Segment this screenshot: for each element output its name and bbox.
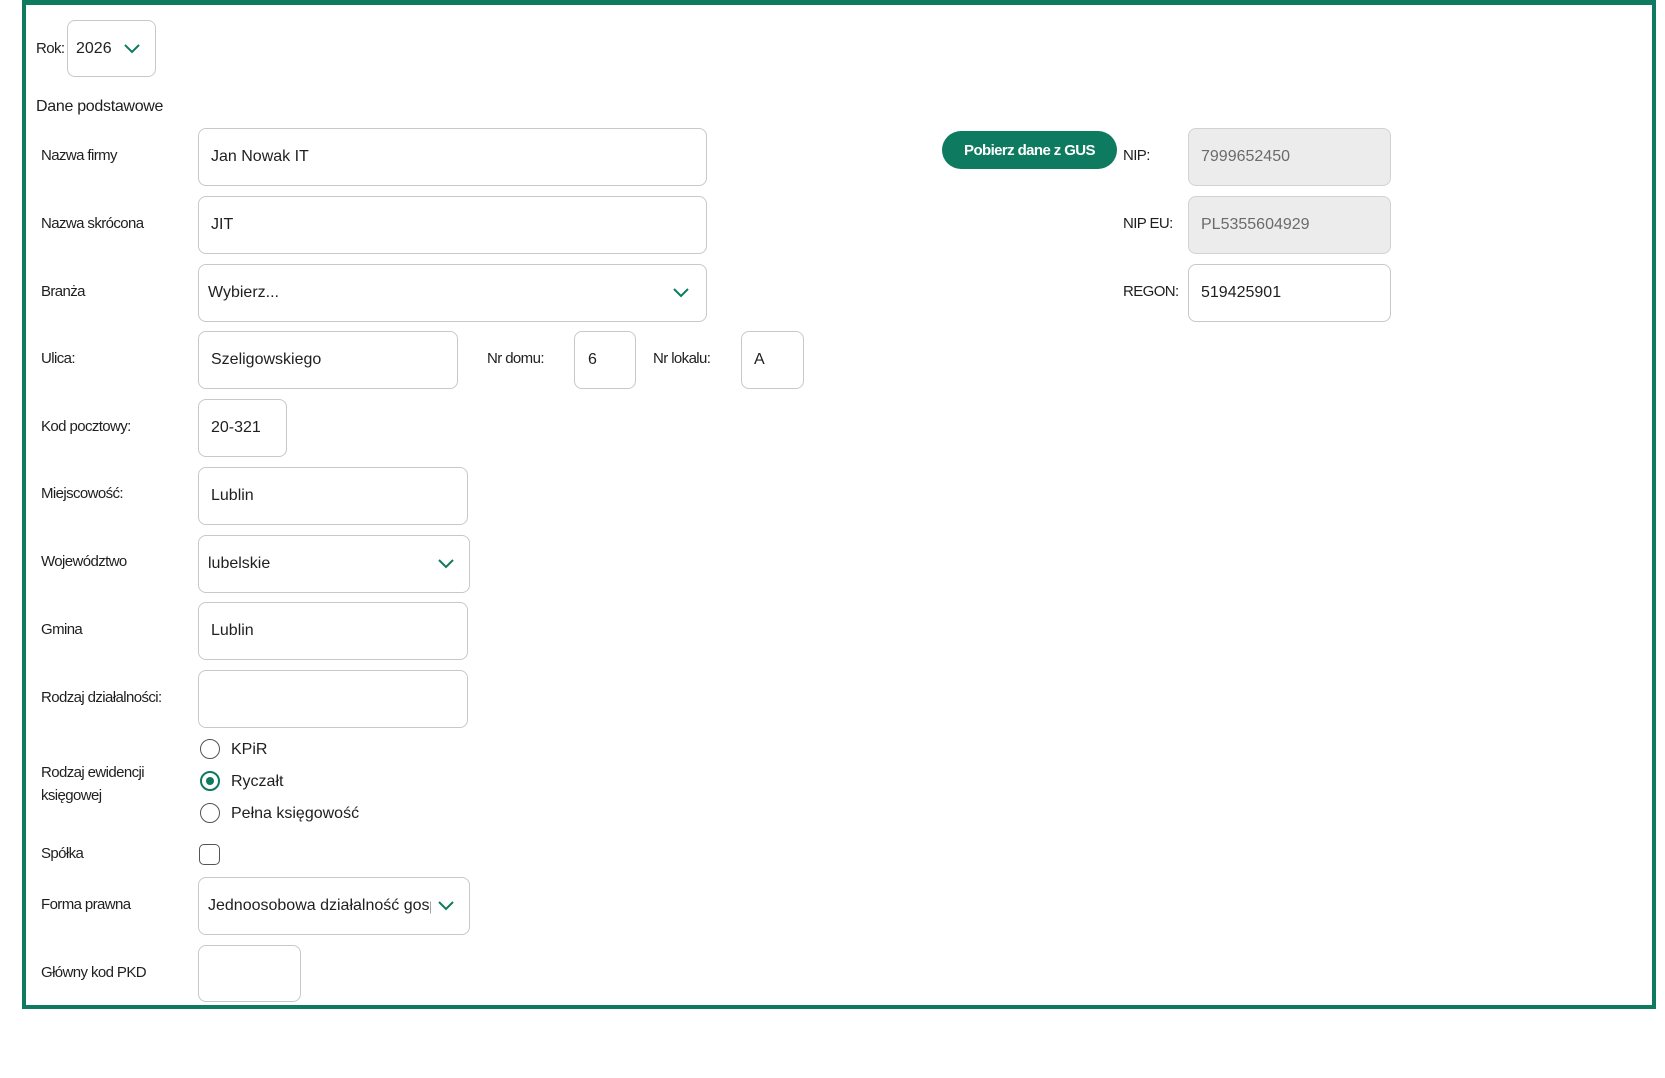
nip-eu-label: NIP EU: xyxy=(1123,215,1173,232)
legal-form-label: Forma prawna xyxy=(41,896,131,913)
radio-ryczalt-label: Ryczałt xyxy=(231,773,284,790)
house-no-label: Nr domu: xyxy=(487,350,544,367)
accounting-label: Rodzaj ewidencji księgowej xyxy=(41,764,145,804)
chevron-down-icon xyxy=(123,43,141,55)
postal-code-input[interactable]: 20-321 xyxy=(198,399,287,457)
commune-label: Gmina xyxy=(41,621,83,638)
voivodeship-label: Województwo xyxy=(41,553,127,570)
house-no-input[interactable]: 6 xyxy=(574,331,636,389)
chevron-down-icon xyxy=(437,558,455,570)
street-label: Ulica: xyxy=(41,350,76,367)
company-name-input[interactable]: Jan Nowak IT xyxy=(198,128,707,186)
pkd-input[interactable] xyxy=(198,945,301,1002)
partnership-checkbox[interactable] xyxy=(199,844,220,865)
section-title: Dane podstawowe xyxy=(36,98,164,115)
company-name-label: Nazwa firmy xyxy=(41,147,118,164)
industry-label: Branża xyxy=(41,283,86,300)
fetch-gus-button[interactable]: Pobierz dane z GUS xyxy=(942,131,1117,169)
regon-input[interactable]: 519425901 xyxy=(1188,264,1391,322)
chevron-down-icon xyxy=(437,900,455,912)
city-label: Miejscowość: xyxy=(41,485,124,502)
activity-type-label: Rodzaj działalności: xyxy=(41,689,162,706)
apartment-no-label: Nr lokalu: xyxy=(653,350,711,367)
radio-kpir[interactable] xyxy=(200,739,220,759)
city-input[interactable]: Lublin xyxy=(198,467,468,525)
voivodeship-value: lubelskie xyxy=(208,555,271,572)
industry-value: Wybierz... xyxy=(208,284,279,301)
postal-code-label: Kod pocztowy: xyxy=(41,418,131,435)
legal-form-select[interactable]: Jednoosobowa działalność gospodarcza xyxy=(198,877,470,935)
year-label: Rok: xyxy=(36,40,65,57)
street-input[interactable]: Szeligowskiego xyxy=(198,331,458,389)
short-name-label: Nazwa skrócona xyxy=(41,215,144,232)
chevron-down-icon xyxy=(672,287,690,299)
industry-select[interactable]: Wybierz... xyxy=(198,264,707,322)
radio-pelna-ksiegowosc-label: Pełna księgowość xyxy=(231,805,360,822)
pkd-label: Główny kod PKD xyxy=(41,964,147,981)
nip-eu-input[interactable]: PL5355604929 xyxy=(1188,196,1391,254)
legal-form-value: Jednoosobowa działalność gospodarcza xyxy=(208,897,431,914)
year-select[interactable]: 2026 xyxy=(67,20,156,77)
activity-type-input[interactable] xyxy=(198,670,468,728)
radio-ryczalt[interactable] xyxy=(200,771,220,791)
apartment-no-input[interactable]: A xyxy=(741,331,804,389)
partnership-label: Spółka xyxy=(41,845,84,862)
regon-label: REGON: xyxy=(1123,283,1179,300)
nip-label: NIP: xyxy=(1123,147,1150,164)
radio-kpir-label: KPiR xyxy=(231,741,268,758)
year-value: 2026 xyxy=(76,39,112,57)
nip-input[interactable]: 7999652450 xyxy=(1188,128,1391,186)
radio-pelna-ksiegowosc[interactable] xyxy=(200,803,220,823)
voivodeship-select[interactable]: lubelskie xyxy=(198,535,470,593)
commune-input[interactable]: Lublin xyxy=(198,602,468,660)
short-name-input[interactable]: JIT xyxy=(198,196,707,254)
